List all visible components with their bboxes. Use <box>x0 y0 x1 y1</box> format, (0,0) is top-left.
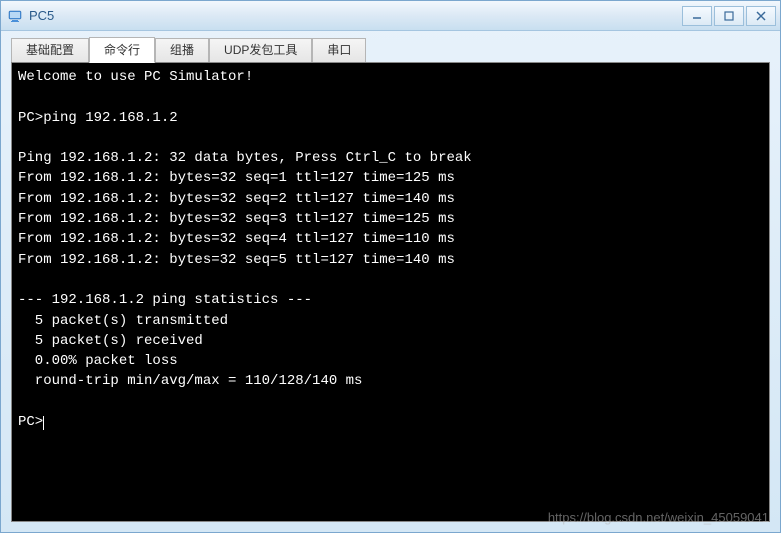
content-area: 基础配置 命令行 组播 UDP发包工具 串口 Welcome to use PC… <box>1 31 780 532</box>
terminal-line: round-trip min/avg/max = 110/128/140 ms <box>18 371 763 391</box>
terminal-line: From 192.168.1.2: bytes=32 seq=2 ttl=127… <box>18 189 763 209</box>
terminal-line <box>18 392 763 412</box>
app-window: PC5 基础配置 命令行 组播 UDP发包工具 串口 Welcome to us… <box>0 0 781 533</box>
app-icon <box>7 8 23 24</box>
terminal-line: Welcome to use PC Simulator! <box>18 67 763 87</box>
terminal-line: PC>ping 192.168.1.2 <box>18 108 763 128</box>
terminal-line: From 192.168.1.2: bytes=32 seq=4 ttl=127… <box>18 229 763 249</box>
terminal-cursor <box>43 416 44 430</box>
terminal-line: 5 packet(s) received <box>18 331 763 351</box>
tab-udp-tool[interactable]: UDP发包工具 <box>209 38 312 63</box>
terminal-line <box>18 87 763 107</box>
maximize-button[interactable] <box>714 6 744 26</box>
titlebar: PC5 <box>1 1 780 31</box>
tab-command-line[interactable]: 命令行 <box>89 37 155 63</box>
window-controls <box>680 6 776 26</box>
terminal-line: Ping 192.168.1.2: 32 data bytes, Press C… <box>18 148 763 168</box>
terminal-line: 0.00% packet loss <box>18 351 763 371</box>
terminal-line <box>18 128 763 148</box>
minimize-button[interactable] <box>682 6 712 26</box>
tab-basic-config[interactable]: 基础配置 <box>11 38 89 63</box>
terminal-line <box>18 270 763 290</box>
terminal-line: --- 192.168.1.2 ping statistics --- <box>18 290 763 310</box>
terminal[interactable]: Welcome to use PC Simulator! PC>ping 192… <box>11 62 770 522</box>
window-title: PC5 <box>29 8 680 23</box>
terminal-line: From 192.168.1.2: bytes=32 seq=1 ttl=127… <box>18 168 763 188</box>
terminal-line: PC> <box>18 412 763 432</box>
tab-multicast[interactable]: 组播 <box>155 38 209 63</box>
close-button[interactable] <box>746 6 776 26</box>
tab-serial[interactable]: 串口 <box>312 38 366 63</box>
terminal-line: From 192.168.1.2: bytes=32 seq=5 ttl=127… <box>18 250 763 270</box>
terminal-line: 5 packet(s) transmitted <box>18 311 763 331</box>
tab-bar: 基础配置 命令行 组播 UDP发包工具 串口 <box>11 37 770 63</box>
terminal-line: From 192.168.1.2: bytes=32 seq=3 ttl=127… <box>18 209 763 229</box>
